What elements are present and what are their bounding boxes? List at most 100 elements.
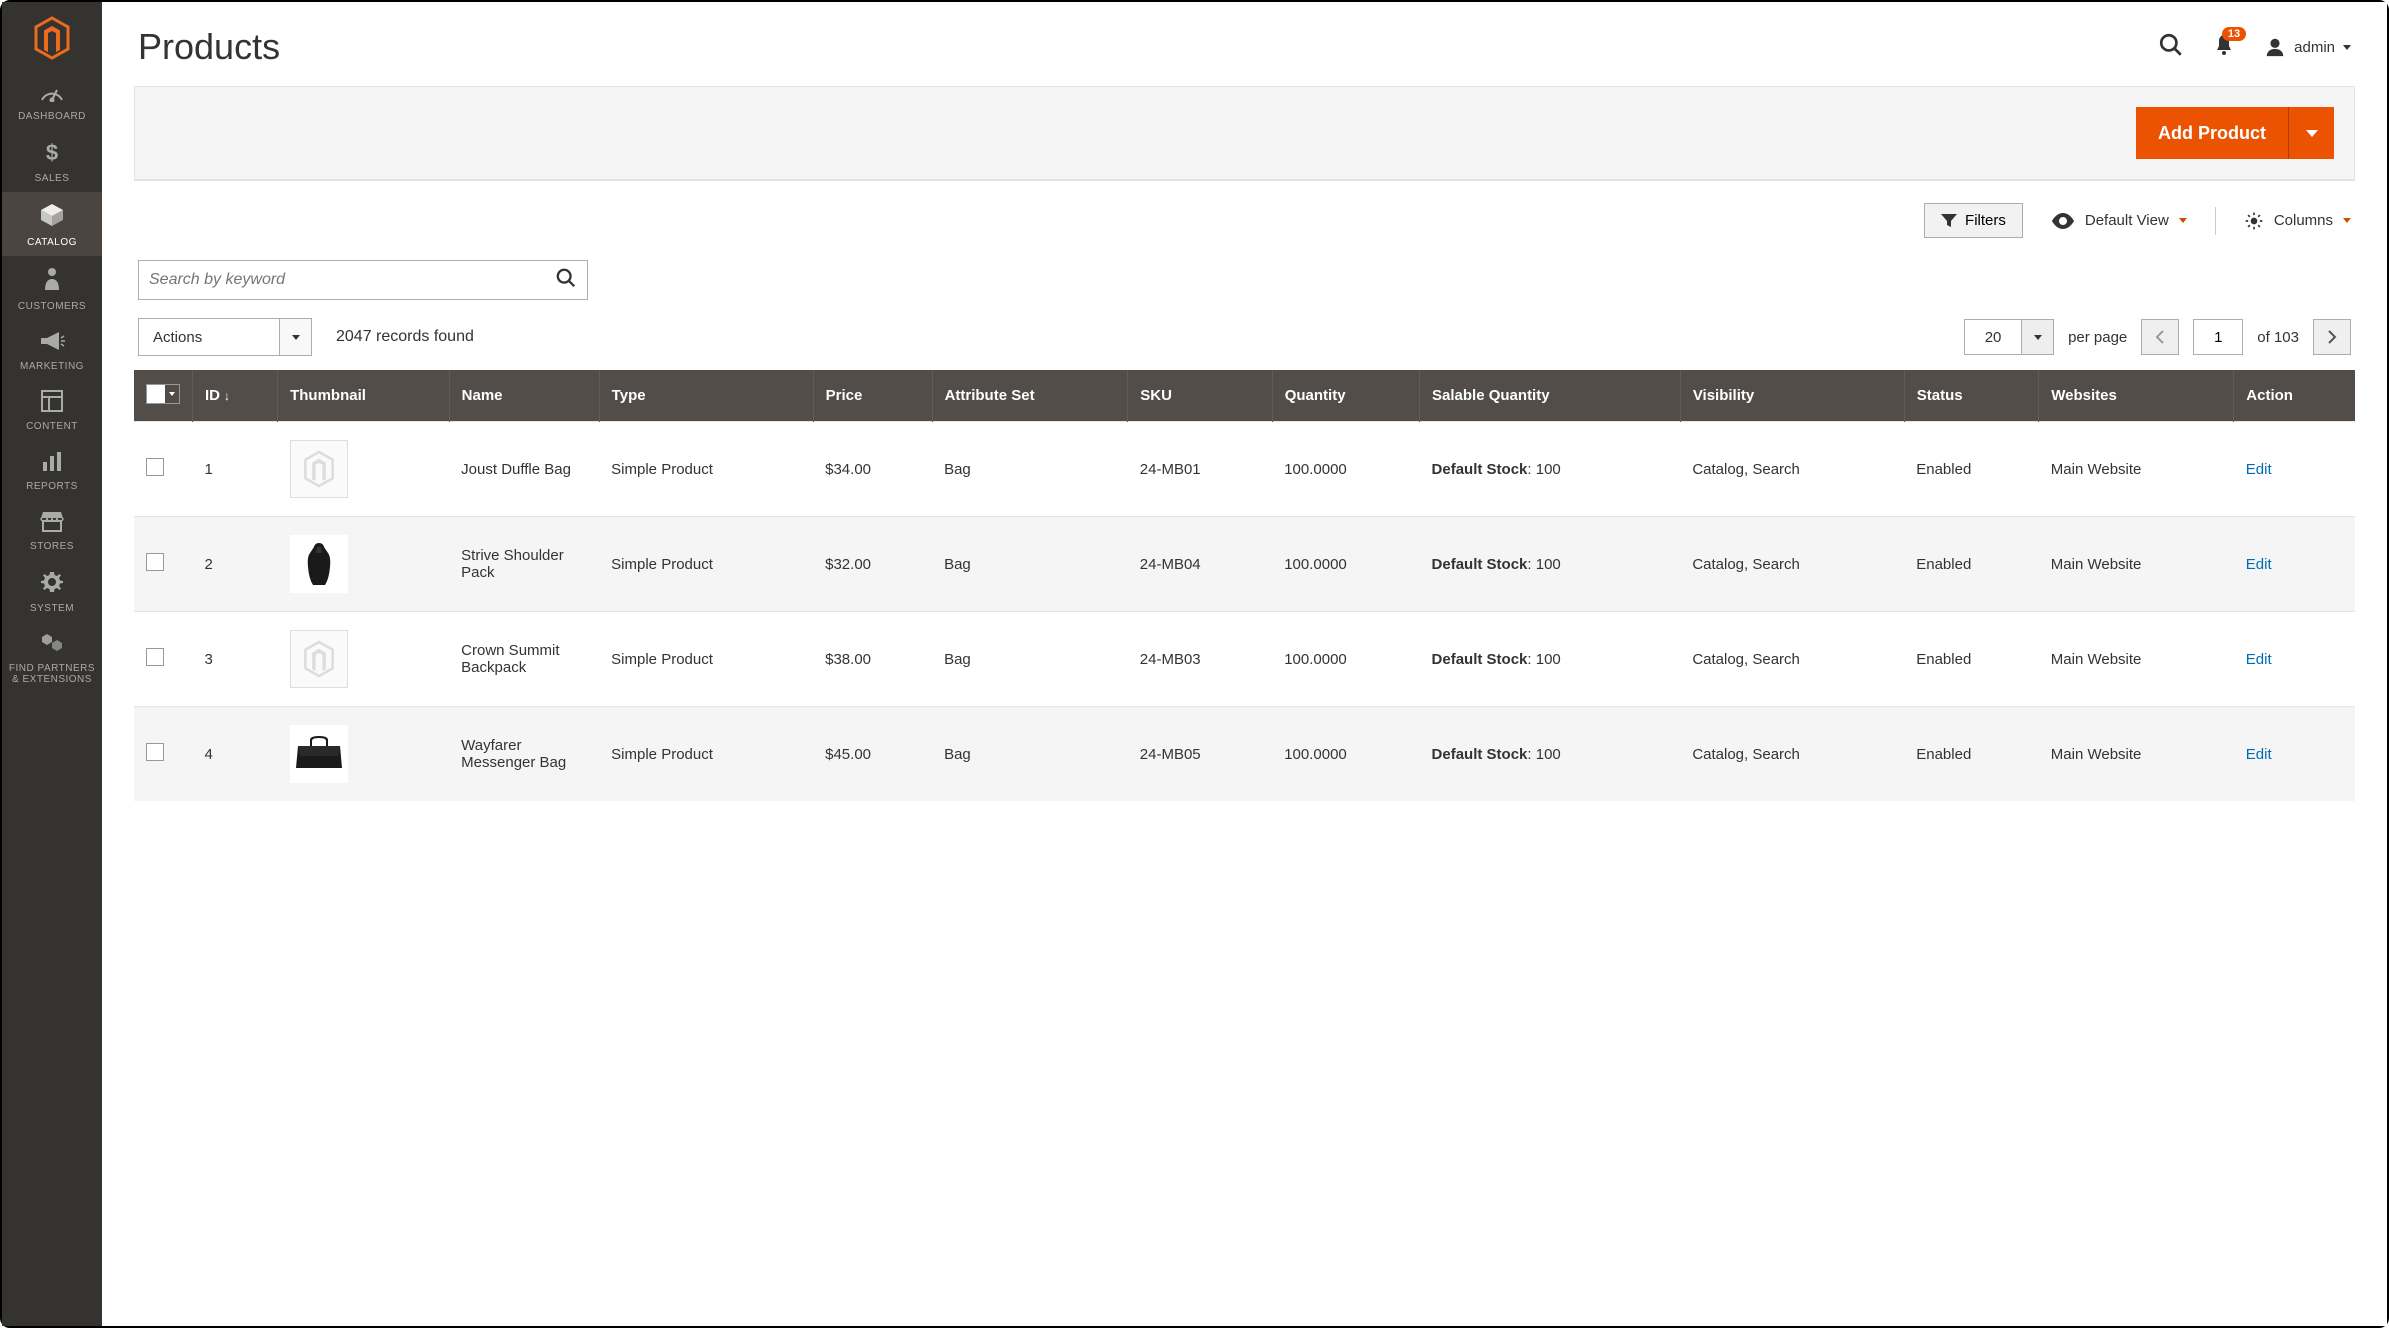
cell-id: 1 — [193, 422, 278, 517]
keyword-search-box — [138, 260, 588, 300]
current-page-input[interactable] — [2193, 319, 2243, 355]
keyword-search-input[interactable] — [149, 271, 555, 289]
row-checkbox[interactable] — [146, 743, 164, 761]
sidebar-item-reports[interactable]: REPORTS — [2, 440, 102, 500]
col-name[interactable]: Name — [449, 370, 599, 422]
col-quantity[interactable]: Quantity — [1272, 370, 1419, 422]
table-row[interactable]: 3Crown Summit BackpackSimple Product$38.… — [134, 612, 2355, 707]
sidebar-item-find-partners-extensions[interactable]: FIND PARTNERS & EXTENSIONS — [2, 622, 102, 693]
cell-price: $45.00 — [813, 707, 932, 802]
col-salable-quantity[interactable]: Salable Quantity — [1420, 370, 1681, 422]
cell-thumbnail — [278, 422, 450, 517]
col-type[interactable]: Type — [599, 370, 813, 422]
main-content: Products 13 admin — [102, 2, 2387, 1326]
cell-sku: 24-MB01 — [1128, 422, 1272, 517]
cell-attribute-set: Bag — [932, 707, 1128, 802]
search-icon[interactable] — [2158, 32, 2184, 63]
megaphone-icon — [39, 330, 65, 357]
filters-label: Filters — [1965, 212, 2006, 229]
table-row[interactable]: 4 Wayfarer Messenger BagSimple Product$45… — [134, 707, 2355, 802]
cell-quantity: 100.0000 — [1272, 422, 1419, 517]
products-grid: ID↓ Thumbnail Name Type Price Attribute … — [134, 370, 2355, 801]
default-view-dropdown[interactable]: Default View — [2051, 212, 2187, 229]
admin-user-menu[interactable]: admin — [2264, 36, 2351, 58]
cell-salable-quantity: Default Stock: 100 — [1420, 517, 1681, 612]
row-checkbox[interactable] — [146, 648, 164, 666]
admin-user-label: admin — [2294, 39, 2335, 56]
select-all-checkbox[interactable] — [146, 384, 180, 404]
edit-link[interactable]: Edit — [2246, 746, 2272, 763]
blocks-icon — [40, 632, 64, 659]
storefront-icon — [39, 510, 65, 537]
cell-salable-quantity: Default Stock: 100 — [1420, 422, 1681, 517]
page-size-select[interactable]: 20 — [1964, 319, 2054, 355]
cell-type: Simple Product — [599, 517, 813, 612]
of-pages-label: of 103 — [2257, 329, 2299, 346]
sidebar-item-content[interactable]: CONTENT — [2, 380, 102, 440]
row-checkbox[interactable] — [146, 553, 164, 571]
cell-visibility: Catalog, Search — [1680, 707, 1904, 802]
row-checkbox[interactable] — [146, 458, 164, 476]
columns-dropdown[interactable]: Columns — [2244, 211, 2351, 231]
next-page-button[interactable] — [2313, 319, 2351, 355]
grid-controls: Filters Default View Columns — [134, 180, 2355, 260]
cell-attribute-set: Bag — [932, 422, 1128, 517]
cell-attribute-set: Bag — [932, 612, 1128, 707]
edit-link[interactable]: Edit — [2246, 556, 2272, 573]
cell-name: Joust Duffle Bag — [449, 422, 599, 517]
cell-visibility: Catalog, Search — [1680, 612, 1904, 707]
cell-price: $32.00 — [813, 517, 932, 612]
sort-arrow-icon: ↓ — [224, 389, 230, 403]
sidebar-item-customers[interactable]: CUSTOMERS — [2, 256, 102, 320]
sidebar-item-sales[interactable]: $SALES — [2, 130, 102, 192]
cell-attribute-set: Bag — [932, 517, 1128, 612]
table-row[interactable]: 1Joust Duffle BagSimple Product$34.00Bag… — [134, 422, 2355, 517]
sidebar-item-label: REPORTS — [22, 481, 82, 492]
edit-link[interactable]: Edit — [2246, 461, 2272, 478]
magento-logo[interactable] — [2, 2, 102, 70]
col-action[interactable]: Action — [2234, 370, 2355, 422]
sidebar-item-catalog[interactable]: CATALOG — [2, 192, 102, 256]
page-header: Products 13 admin — [134, 2, 2355, 86]
sidebar-item-marketing[interactable]: MARKETING — [2, 320, 102, 380]
notifications-button[interactable]: 13 — [2212, 33, 2236, 62]
cell-type: Simple Product — [599, 707, 813, 802]
chevron-down-icon — [2343, 45, 2351, 50]
cell-websites: Main Website — [2039, 707, 2234, 802]
col-attribute-set[interactable]: Attribute Set — [932, 370, 1128, 422]
col-visibility[interactable]: Visibility — [1680, 370, 1904, 422]
chevron-down-icon — [2306, 130, 2318, 137]
notification-count-badge: 13 — [2222, 27, 2246, 41]
cell-name: Crown Summit Backpack — [449, 612, 599, 707]
page-size-value: 20 — [1965, 320, 2021, 354]
mass-actions-dropdown[interactable]: Actions — [138, 318, 312, 356]
edit-link[interactable]: Edit — [2246, 651, 2272, 668]
cell-thumbnail — [278, 517, 450, 612]
sidebar-item-label: STORES — [26, 541, 78, 552]
sidebar-item-label: CATALOG — [23, 237, 81, 248]
cell-name: Wayfarer Messenger Bag — [449, 707, 599, 802]
search-icon[interactable] — [555, 267, 577, 294]
filters-button[interactable]: Filters — [1924, 203, 2023, 238]
columns-label: Columns — [2274, 212, 2333, 229]
sidebar-item-stores[interactable]: STORES — [2, 500, 102, 560]
cell-salable-quantity: Default Stock: 100 — [1420, 612, 1681, 707]
add-product-dropdown-toggle[interactable] — [2288, 107, 2334, 159]
col-id[interactable]: ID↓ — [193, 370, 278, 422]
col-thumbnail[interactable]: Thumbnail — [278, 370, 450, 422]
col-websites[interactable]: Websites — [2039, 370, 2234, 422]
svg-text:$: $ — [46, 140, 58, 164]
cell-sku: 24-MB05 — [1128, 707, 1272, 802]
add-product-button[interactable]: Add Product — [2136, 107, 2288, 159]
col-status[interactable]: Status — [1904, 370, 2039, 422]
page-actions-bar: Add Product — [134, 86, 2355, 180]
sidebar-item-dashboard[interactable]: DASHBOARD — [2, 70, 102, 130]
cell-quantity: 100.0000 — [1272, 707, 1419, 802]
cell-id: 4 — [193, 707, 278, 802]
bars-icon — [41, 450, 63, 477]
col-price[interactable]: Price — [813, 370, 932, 422]
prev-page-button[interactable] — [2141, 319, 2179, 355]
col-sku[interactable]: SKU — [1128, 370, 1272, 422]
sidebar-item-system[interactable]: SYSTEM — [2, 560, 102, 622]
table-row[interactable]: 2Strive Shoulder PackSimple Product$32.0… — [134, 517, 2355, 612]
